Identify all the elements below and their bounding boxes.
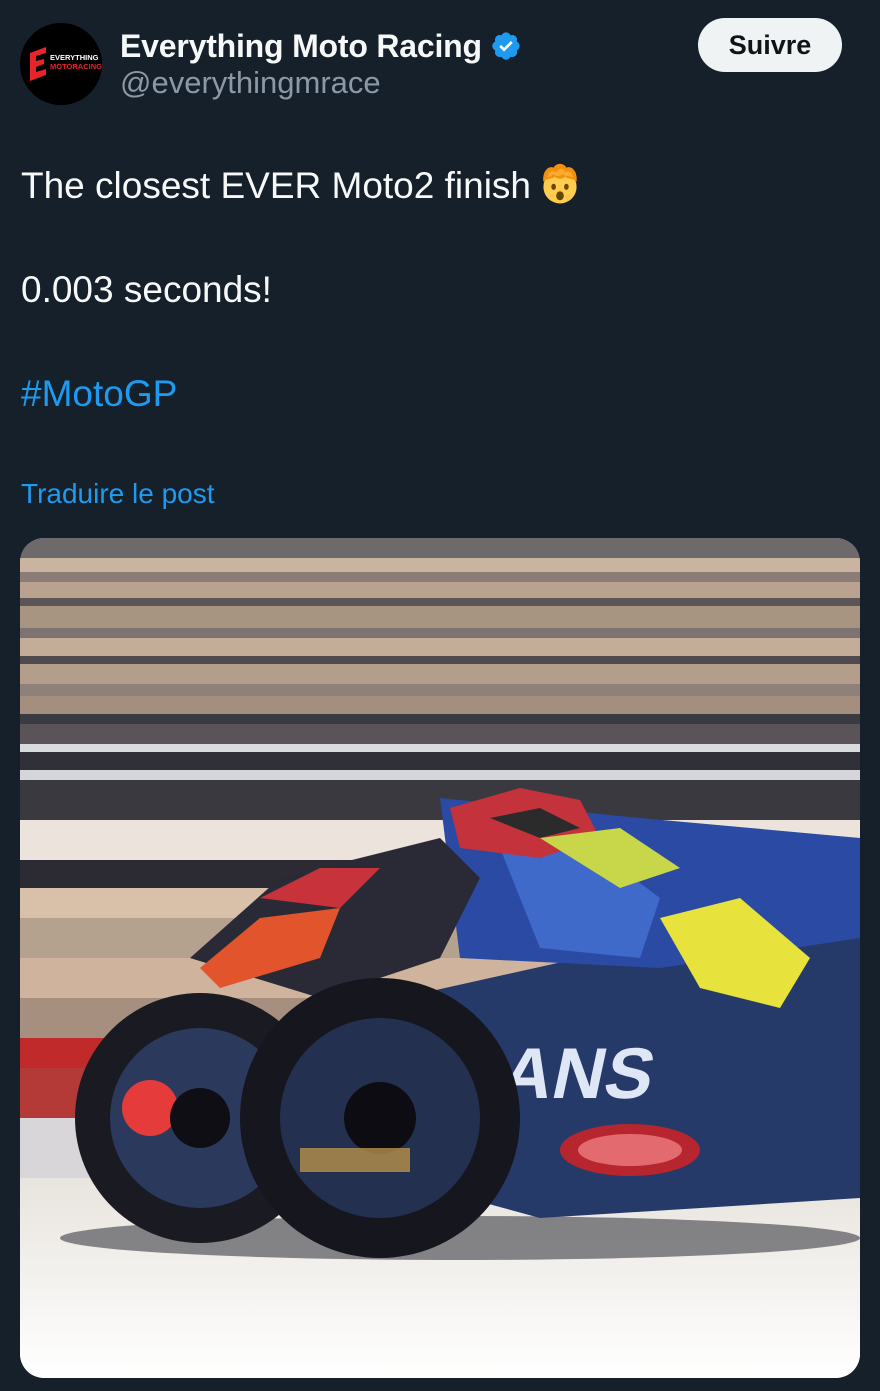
translate-post-link[interactable]: Traduire le post	[21, 478, 215, 510]
tweet: EVERYTHING MOTORACING Everything Moto Ra…	[0, 0, 880, 1391]
logo-text-line1: EVERYTHING	[50, 53, 99, 62]
tweet-line-1-text: The closest EVER Moto2 finish	[21, 165, 531, 206]
author-display-name[interactable]: Everything Moto Racing	[120, 28, 482, 65]
photo-finish-image-icon: TRANS	[20, 538, 860, 1378]
tweet-text: The closest EVER Moto2 finish 0.003 seco…	[21, 160, 861, 420]
logo-text-line2: MOTORACING	[50, 62, 102, 71]
avatar[interactable]: EVERYTHING MOTORACING	[20, 23, 102, 105]
follow-button[interactable]: Suivre	[698, 18, 842, 72]
exploding-head-emoji-icon	[543, 163, 577, 204]
verified-badge-icon	[492, 32, 520, 60]
tweet-line-1: The closest EVER Moto2 finish	[21, 160, 861, 212]
author-info: Everything Moto Racing @everythingmrace	[120, 24, 522, 101]
tweet-media[interactable]: TRANS	[20, 538, 860, 1378]
everything-moto-racing-logo-icon: EVERYTHING MOTORACING	[20, 23, 102, 105]
author-handle[interactable]: @everythingmrace	[120, 65, 522, 101]
tweet-line-2: 0.003 seconds!	[21, 269, 272, 310]
name-row: Everything Moto Racing	[120, 24, 522, 68]
hashtag-link[interactable]: #MotoGP	[21, 373, 177, 414]
